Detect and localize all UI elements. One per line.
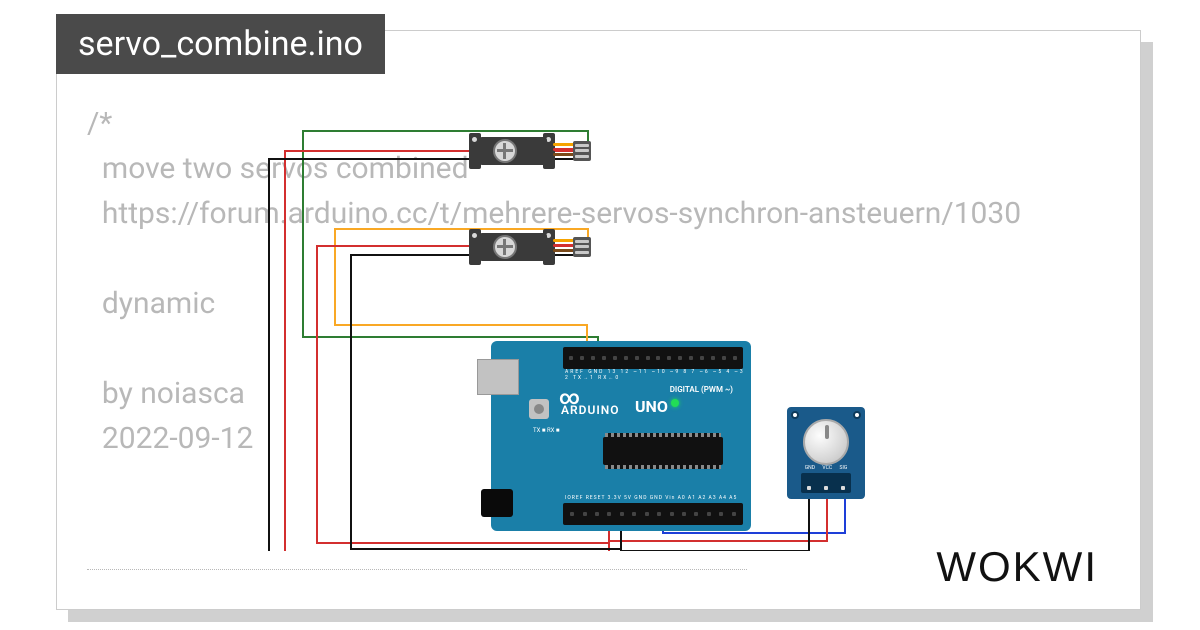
code-line: /* — [87, 106, 112, 141]
pot-pin-label: SIG — [840, 465, 848, 471]
divider-line — [87, 569, 747, 570]
pot-pin-labels: GND VCC SIG — [801, 465, 851, 471]
code-line: by noiasca — [87, 376, 245, 411]
pot-pin-label: VCC — [822, 465, 832, 471]
pot-pin-header — [801, 473, 851, 493]
code-preview: /* move two servos combined https://foru… — [87, 101, 1021, 461]
code-line: 2022-09-12 — [87, 421, 253, 456]
power-jack-icon — [481, 489, 513, 517]
bottom-pin-labels: IOREF RESET 3.3V 5V GND GND Vin A0 A1 A2… — [565, 495, 745, 501]
file-title-tab: servo_combine.ino — [56, 14, 385, 74]
preview-card: /* move two servos combined https://foru… — [56, 30, 1141, 610]
code-line: dynamic — [87, 286, 215, 321]
wokwi-brand-label: WOKWI — [936, 543, 1098, 591]
pot-pin-label: GND — [805, 465, 815, 471]
code-line: move two servos combined — [87, 151, 469, 186]
power-analog-pin-header — [563, 503, 743, 525]
code-line: https://forum.arduino.cc/t/mehrere-servo… — [87, 196, 1021, 231]
